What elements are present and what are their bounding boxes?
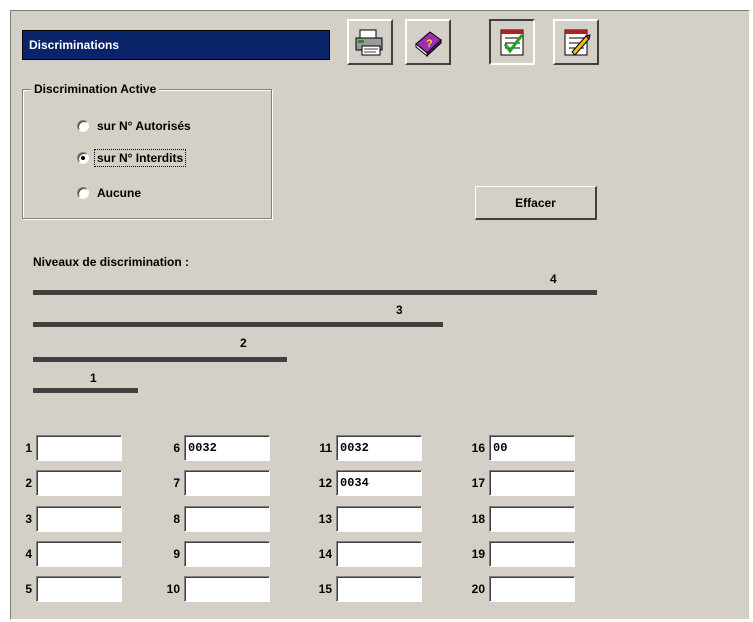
field-row: 7 (162, 470, 270, 496)
number-field-15[interactable] (336, 576, 422, 602)
field-number-label: 7 (173, 476, 180, 490)
number-field-17[interactable] (489, 470, 575, 496)
help-book-icon: ? (415, 31, 442, 58)
niveaux-label: Niveaux de discrimination : (33, 255, 190, 269)
level-2-label: 2 (240, 336, 247, 350)
number-field-19[interactable] (489, 541, 575, 567)
number-field-3[interactable] (36, 506, 122, 532)
field-row: 17 (467, 470, 575, 496)
field-number-label: 2 (25, 476, 32, 490)
field-number-label: 1 (25, 441, 32, 455)
level-2-bar (33, 357, 287, 362)
number-field-5[interactable] (36, 576, 122, 602)
field-row: 16 00 (467, 435, 575, 461)
number-field-11[interactable]: 0032 (336, 435, 422, 461)
field-number-label: 19 (471, 547, 485, 561)
field-number-label: 15 (318, 582, 332, 596)
field-row: 12 0034 (314, 470, 422, 496)
number-field-20[interactable] (489, 576, 575, 602)
field-number-label: 11 (319, 441, 332, 455)
printer-icon (355, 29, 383, 56)
field-number-label: 3 (25, 512, 32, 526)
field-number-label: 8 (173, 512, 180, 526)
field-number-label: 14 (318, 547, 332, 561)
field-row: 15 (314, 576, 422, 602)
field-row: 14 (314, 541, 422, 567)
radio-aucune-button[interactable] (77, 187, 89, 199)
field-row: 6 0032 (162, 435, 270, 461)
field-number-label: 13 (318, 512, 332, 526)
radio-interdits[interactable]: sur N° Interdits (77, 149, 187, 167)
checklist-edit-icon (564, 29, 591, 56)
validate-button[interactable] (489, 19, 535, 65)
checklist-check-icon (500, 29, 524, 56)
field-row: 9 (162, 541, 270, 567)
field-row: 3 (14, 506, 122, 532)
level-4-label: 4 (550, 272, 557, 286)
field-row: 2 (14, 470, 122, 496)
number-field-6[interactable]: 0032 (184, 435, 270, 461)
level-1-label: 1 (90, 371, 97, 385)
number-field-7[interactable] (184, 470, 270, 496)
effacer-button[interactable]: Effacer (475, 186, 597, 220)
field-row: 5 (14, 576, 122, 602)
help-button[interactable]: ? (405, 19, 451, 65)
level-4-bar (33, 290, 597, 295)
field-number-label: 17 (471, 476, 485, 490)
number-field-2[interactable] (36, 470, 122, 496)
number-field-12[interactable]: 0034 (336, 470, 422, 496)
field-number-label: 4 (25, 547, 32, 561)
field-number-label: 12 (318, 476, 332, 490)
radio-autorises-button[interactable] (77, 120, 89, 132)
field-number-label: 10 (166, 582, 180, 596)
radio-aucune[interactable]: Aucune (77, 185, 143, 201)
field-number-label: 9 (173, 547, 180, 561)
field-number-label: 6 (173, 441, 180, 455)
number-field-16[interactable]: 00 (489, 435, 575, 461)
number-field-4[interactable] (36, 541, 122, 567)
field-row: 1 (14, 435, 122, 461)
field-number-label: 18 (471, 512, 485, 526)
field-number-label: 20 (471, 582, 485, 596)
radio-aucune-label: Aucune (97, 186, 142, 200)
number-field-18[interactable] (489, 506, 575, 532)
radio-interdits-label: sur N° Interdits (93, 149, 187, 167)
level-3-label: 3 (396, 303, 403, 317)
radio-interdits-button[interactable] (77, 152, 89, 164)
field-number-label: 5 (25, 582, 32, 596)
number-field-8[interactable] (184, 506, 270, 532)
discrimination-group-legend: Discrimination Active (31, 82, 160, 96)
number-field-1[interactable] (36, 435, 122, 461)
print-button[interactable] (347, 19, 393, 65)
level-3-bar (33, 322, 443, 327)
field-row: 10 (162, 576, 270, 602)
svg-text:?: ? (426, 38, 433, 50)
field-row: 13 (314, 506, 422, 532)
number-field-13[interactable] (336, 506, 422, 532)
number-field-9[interactable] (184, 541, 270, 567)
level-1-bar (33, 388, 138, 393)
field-row: 19 (467, 541, 575, 567)
number-field-14[interactable] (336, 541, 422, 567)
window-title: Discriminations (22, 30, 330, 60)
field-number-label: 16 (471, 441, 485, 455)
edit-button[interactable] (553, 19, 599, 65)
field-row: 4 (14, 541, 122, 567)
radio-autorises-label: sur N° Autorisés (97, 119, 191, 133)
number-field-10[interactable] (184, 576, 270, 602)
field-row: 20 (467, 576, 575, 602)
discrimination-group: Discrimination Active sur N° Autorisés s… (22, 82, 272, 219)
field-row: 11 0032 (314, 435, 422, 461)
radio-autorises[interactable]: sur N° Autorisés (77, 118, 193, 134)
field-row: 18 (467, 506, 575, 532)
field-row: 8 (162, 506, 270, 532)
